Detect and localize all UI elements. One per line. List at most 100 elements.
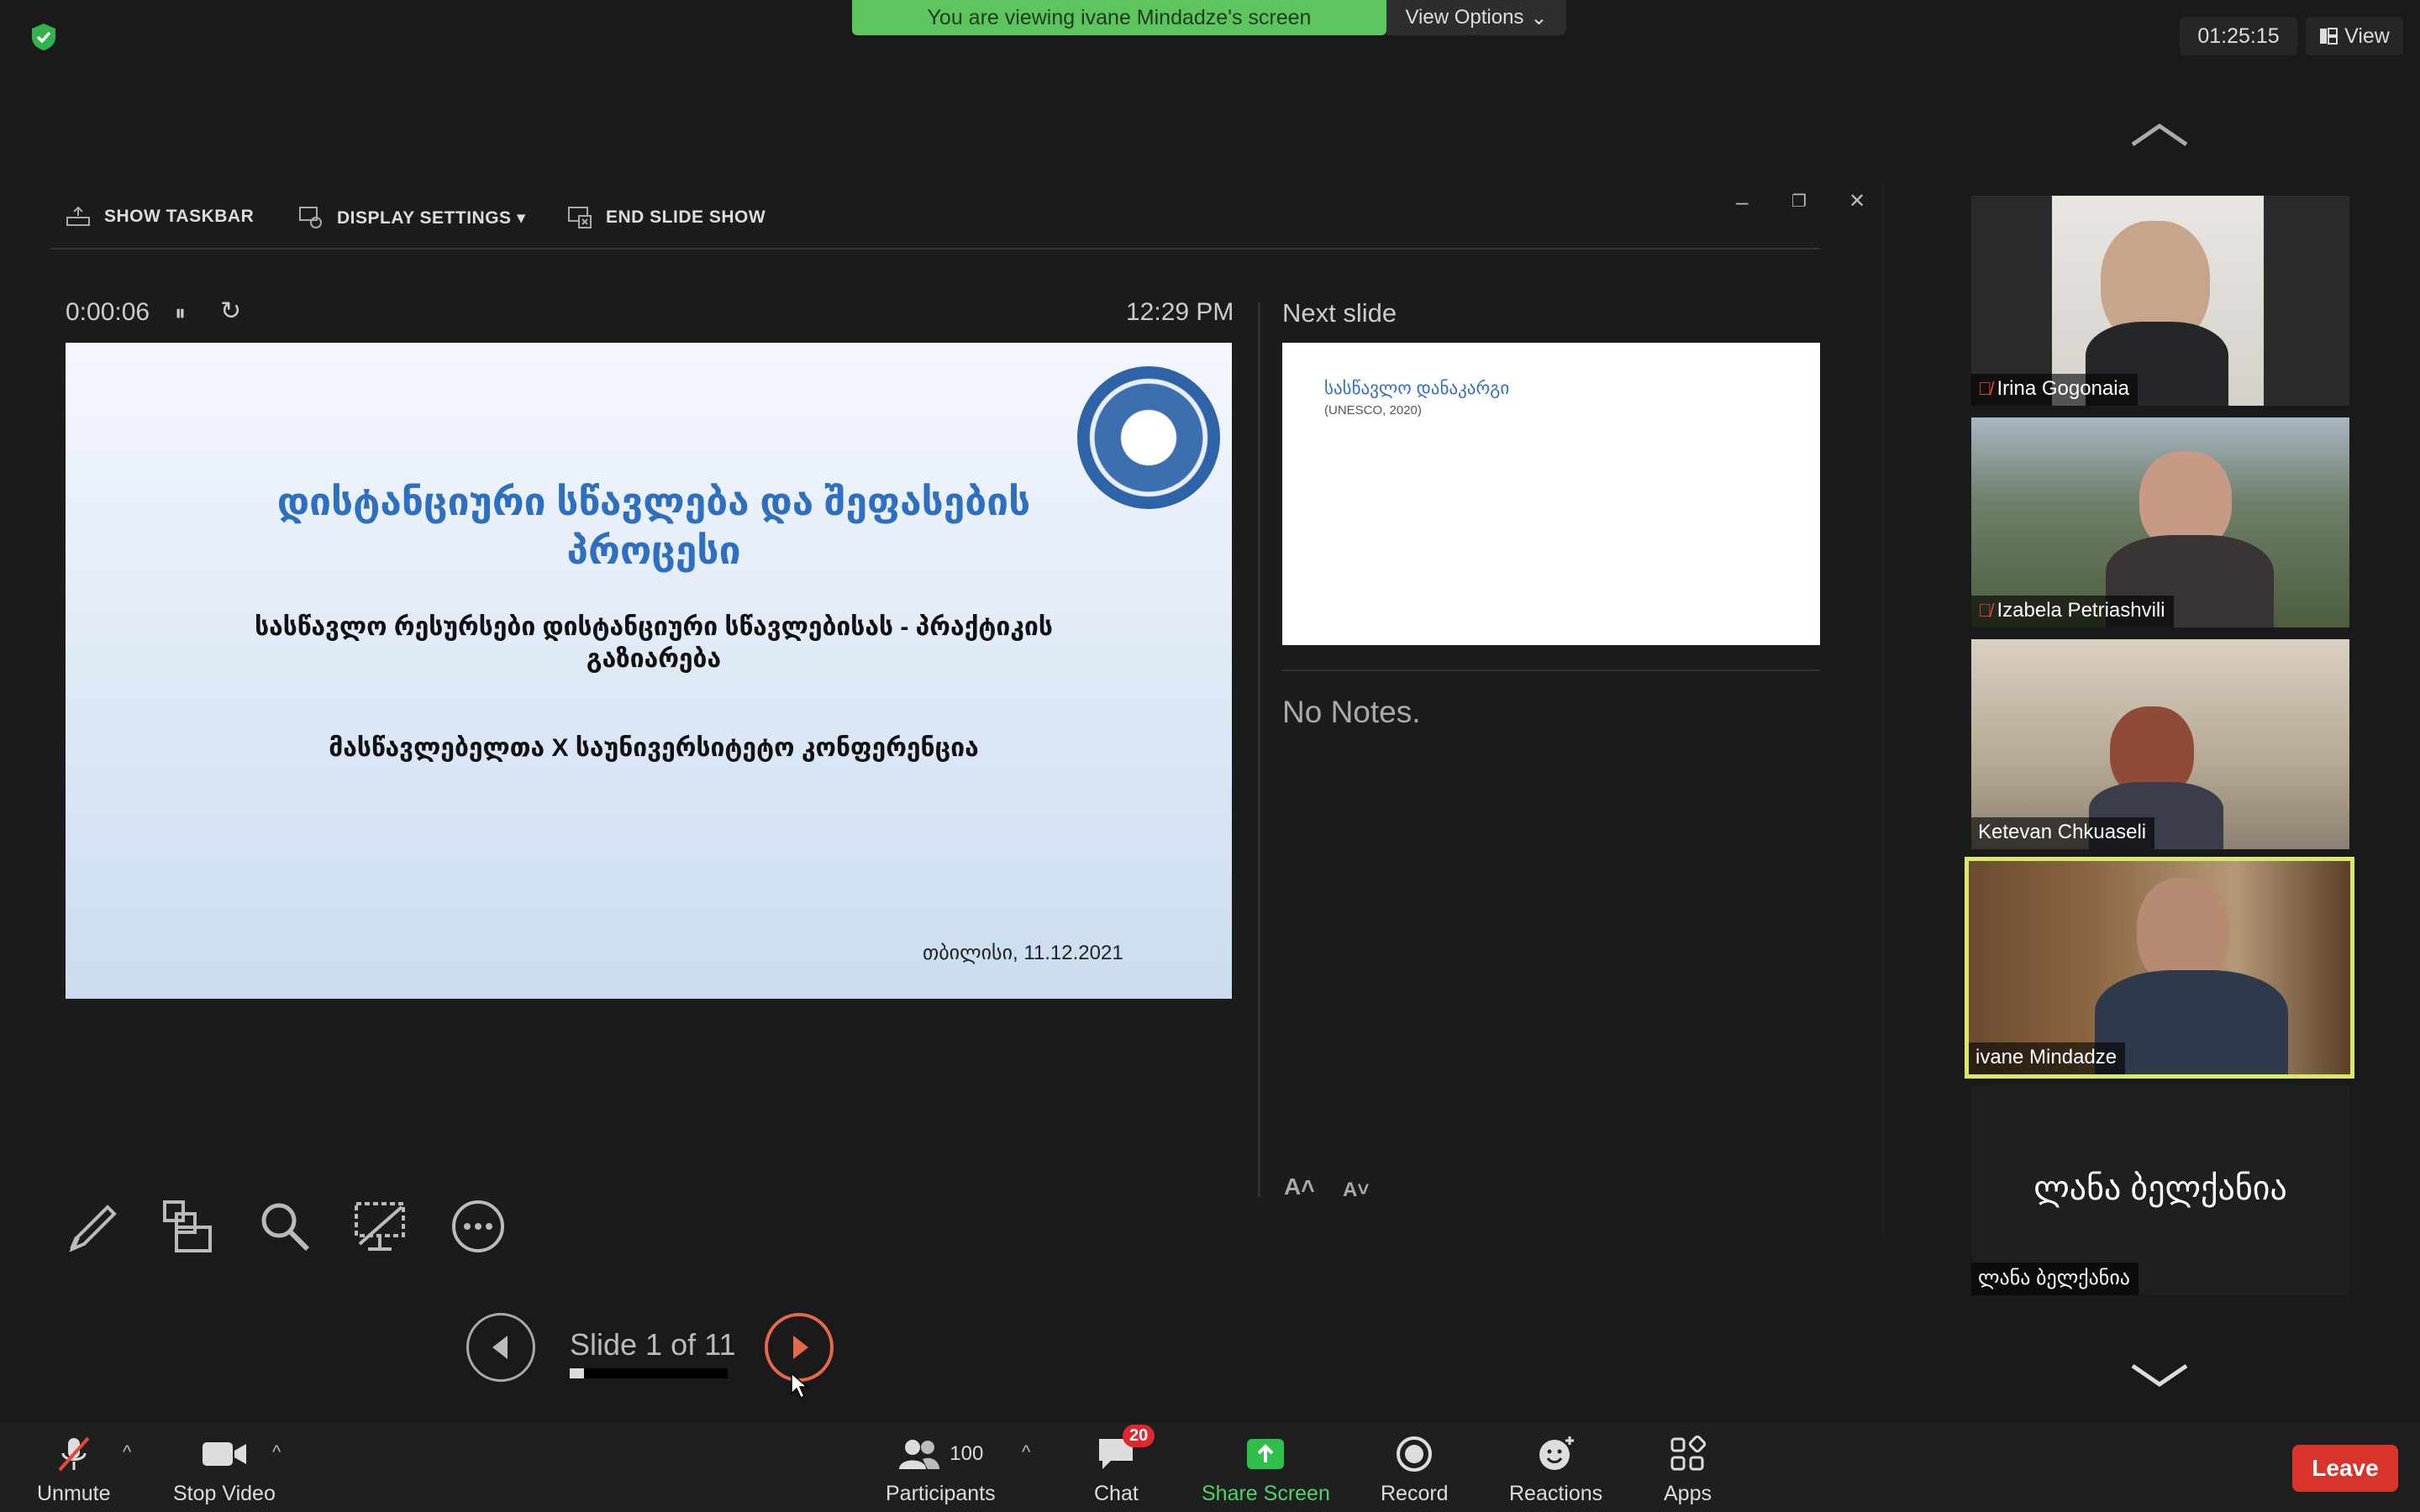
video-camera-icon bbox=[202, 1442, 246, 1466]
clock: 12:29 PM bbox=[1126, 298, 1234, 326]
gallery-scroll-down-icon[interactable] bbox=[2129, 1362, 2190, 1388]
slide-progress-track bbox=[570, 1368, 728, 1378]
elapsed-time: 0:00:06 bbox=[66, 298, 150, 326]
layout-icon bbox=[2320, 28, 2338, 45]
participant-tile-4-active-speaker[interactable]: ivane Mindadze bbox=[1965, 857, 2354, 1079]
speaker-notes: No Notes. bbox=[1282, 695, 1421, 729]
minimize-icon[interactable]: – bbox=[1736, 189, 1748, 215]
participants-icon bbox=[899, 1440, 940, 1469]
next-slide-subtitle: (UNESCO, 2020) bbox=[1324, 403, 1422, 417]
muted-microphone-icon bbox=[58, 1436, 90, 1472]
participant-name-tag: ლანა ბელქანია bbox=[1971, 1263, 2139, 1295]
increase-font-icon[interactable]: A˄ bbox=[1284, 1173, 1315, 1200]
participant-name-tag: 🎙̸ Irina Gogonaia bbox=[1971, 374, 2138, 406]
chat-unread-badge: 20 bbox=[1123, 1425, 1155, 1447]
decrease-font-icon[interactable]: A˅ bbox=[1343, 1179, 1369, 1202]
apps-icon bbox=[1670, 1436, 1707, 1471]
view-options-button[interactable]: View Options ⌄ bbox=[1386, 0, 1566, 35]
video-options-caret-icon[interactable]: ^ bbox=[272, 1441, 281, 1463]
participant-name: Irina Gogonaia bbox=[1996, 377, 2129, 400]
mouse-cursor-icon bbox=[791, 1372, 808, 1399]
next-slide-label: Next slide bbox=[1282, 298, 1397, 328]
unmute-label: Unmute bbox=[37, 1482, 111, 1505]
current-slide: დისტანციური სწავლება და შეფასების პროცეს… bbox=[66, 343, 1232, 999]
gallery-scroll-up-icon[interactable] bbox=[2129, 123, 2190, 148]
see-all-slides-icon[interactable] bbox=[160, 1197, 218, 1256]
record-label: Record bbox=[1381, 1482, 1449, 1505]
screen-share-banner: You are viewing ivane Mindadze's screen bbox=[852, 0, 1386, 35]
reactions-button[interactable]: Reactions bbox=[1509, 1433, 1602, 1506]
participant-name: Ketevan Chkuaseli bbox=[1978, 821, 2147, 843]
pause-icon[interactable]: ⏸ bbox=[175, 300, 186, 327]
participants-button[interactable]: 100 Participants bbox=[886, 1433, 996, 1506]
pen-icon[interactable] bbox=[66, 1197, 124, 1256]
previous-arrow-icon bbox=[492, 1336, 508, 1359]
chat-label: Chat bbox=[1094, 1482, 1139, 1505]
display-settings-label: DISPLAY SETTINGS ▾ bbox=[337, 207, 526, 228]
zoom-icon[interactable] bbox=[255, 1197, 314, 1256]
meeting-timer: 01:25:15 bbox=[2180, 17, 2297, 55]
participant-name-tag: ivane Mindadze bbox=[1969, 1042, 2126, 1074]
participant-name-tag: Ketevan Chkuaseli bbox=[1971, 817, 2155, 849]
show-taskbar-button[interactable]: SHOW TASKBAR bbox=[66, 206, 254, 228]
participant-tile-5-video-off[interactable]: ლანა ბელქანია ლანა ბელქანია bbox=[1971, 1085, 2349, 1295]
record-icon bbox=[1397, 1436, 1433, 1472]
encryption-shield-icon[interactable] bbox=[29, 22, 59, 52]
participant-name: Izabela Petriashvili bbox=[1996, 599, 2165, 622]
participant-name-tag: 🎙̸ Izabela Petriashvili bbox=[1971, 596, 2174, 627]
participant-tile-3[interactable]: Ketevan Chkuaseli bbox=[1971, 639, 2349, 849]
next-slide-thumbnail[interactable]: სასწავლო დანაკარგი (UNESCO, 2020) bbox=[1282, 343, 1820, 645]
reactions-icon bbox=[1539, 1436, 1574, 1470]
chevron-down-icon: ⌄ bbox=[1530, 6, 1548, 29]
apps-label: Apps bbox=[1664, 1482, 1712, 1505]
close-icon[interactable]: ✕ bbox=[1849, 189, 1865, 213]
end-show-icon bbox=[568, 207, 592, 228]
participant-name: ლანა ბელქანია bbox=[1978, 1267, 2130, 1289]
apps-button[interactable]: Apps bbox=[1664, 1433, 1712, 1506]
participant-tile-2[interactable]: 🎙̸ Izabela Petriashvili bbox=[1971, 417, 2349, 627]
slide-progress-fill bbox=[570, 1368, 584, 1378]
record-button[interactable]: Record bbox=[1381, 1433, 1449, 1506]
stop-video-button[interactable]: Stop Video bbox=[173, 1433, 276, 1506]
share-screen-icon bbox=[1247, 1439, 1285, 1469]
display-settings-button[interactable]: DISPLAY SETTINGS ▾ bbox=[298, 206, 526, 229]
end-slide-show-button[interactable]: END SLIDE SHOW bbox=[567, 206, 765, 229]
unmute-button[interactable]: Unmute bbox=[37, 1433, 111, 1506]
share-screen-label: Share Screen bbox=[1202, 1482, 1330, 1505]
participants-options-caret-icon[interactable]: ^ bbox=[1022, 1441, 1030, 1463]
taskbar-icon bbox=[66, 206, 90, 226]
reactions-label: Reactions bbox=[1509, 1482, 1603, 1505]
show-taskbar-label: SHOW TASKBAR bbox=[104, 207, 255, 226]
audio-options-caret-icon[interactable]: ^ bbox=[123, 1441, 131, 1463]
participants-count: 100 bbox=[950, 1442, 984, 1465]
participant-name: ivane Mindadze bbox=[1975, 1046, 2118, 1068]
leave-button[interactable]: Leave bbox=[2292, 1445, 2398, 1492]
view-label: View bbox=[2344, 24, 2390, 48]
muted-mic-icon: 🎙̸ bbox=[1978, 600, 1992, 621]
participants-label: Participants bbox=[886, 1482, 996, 1505]
slide-subtitle: სასწავლო რესურსები დისტანციური სწავლების… bbox=[255, 613, 1053, 673]
share-screen-button[interactable]: Share Screen bbox=[1202, 1433, 1330, 1506]
black-screen-icon[interactable] bbox=[351, 1197, 410, 1256]
previous-slide-button[interactable] bbox=[466, 1313, 535, 1382]
end-slide-show-label: END SLIDE SHOW bbox=[606, 207, 766, 227]
view-options-label: View Options bbox=[1405, 6, 1524, 29]
participant-display-name: ლანა ბელქანია bbox=[2033, 1170, 2287, 1207]
muted-mic-icon: 🎙̸ bbox=[1978, 378, 1992, 399]
view-button[interactable]: View bbox=[2306, 17, 2403, 55]
restore-icon[interactable]: ❐ bbox=[1791, 191, 1807, 212]
slide-date: თბილისი, 11.12.2021 bbox=[923, 942, 1123, 964]
pane-divider[interactable] bbox=[1258, 302, 1260, 1197]
restart-timer-icon[interactable]: ↻ bbox=[220, 297, 241, 326]
shared-presenter-window: SHOW TASKBAR DISPLAY SETTINGS ▾ END SLID… bbox=[0, 181, 1887, 1399]
participant-tile-1[interactable]: 🎙̸ Irina Gogonaia bbox=[1971, 196, 2349, 406]
next-slide-title: სასწავლო დანაკარგი bbox=[1324, 379, 1510, 398]
toolbar-divider bbox=[50, 248, 1820, 249]
more-options-icon[interactable] bbox=[449, 1197, 508, 1256]
slide-conference-line: მასწავლებელთა X საუნივერსიტეტო კონფერენც… bbox=[329, 734, 979, 762]
display-settings-icon bbox=[299, 207, 322, 228]
stop-video-label: Stop Video bbox=[173, 1482, 276, 1505]
slide-counter: Slide 1 of 11 bbox=[570, 1327, 736, 1362]
notes-divider bbox=[1282, 669, 1820, 671]
next-arrow-icon bbox=[793, 1336, 808, 1359]
